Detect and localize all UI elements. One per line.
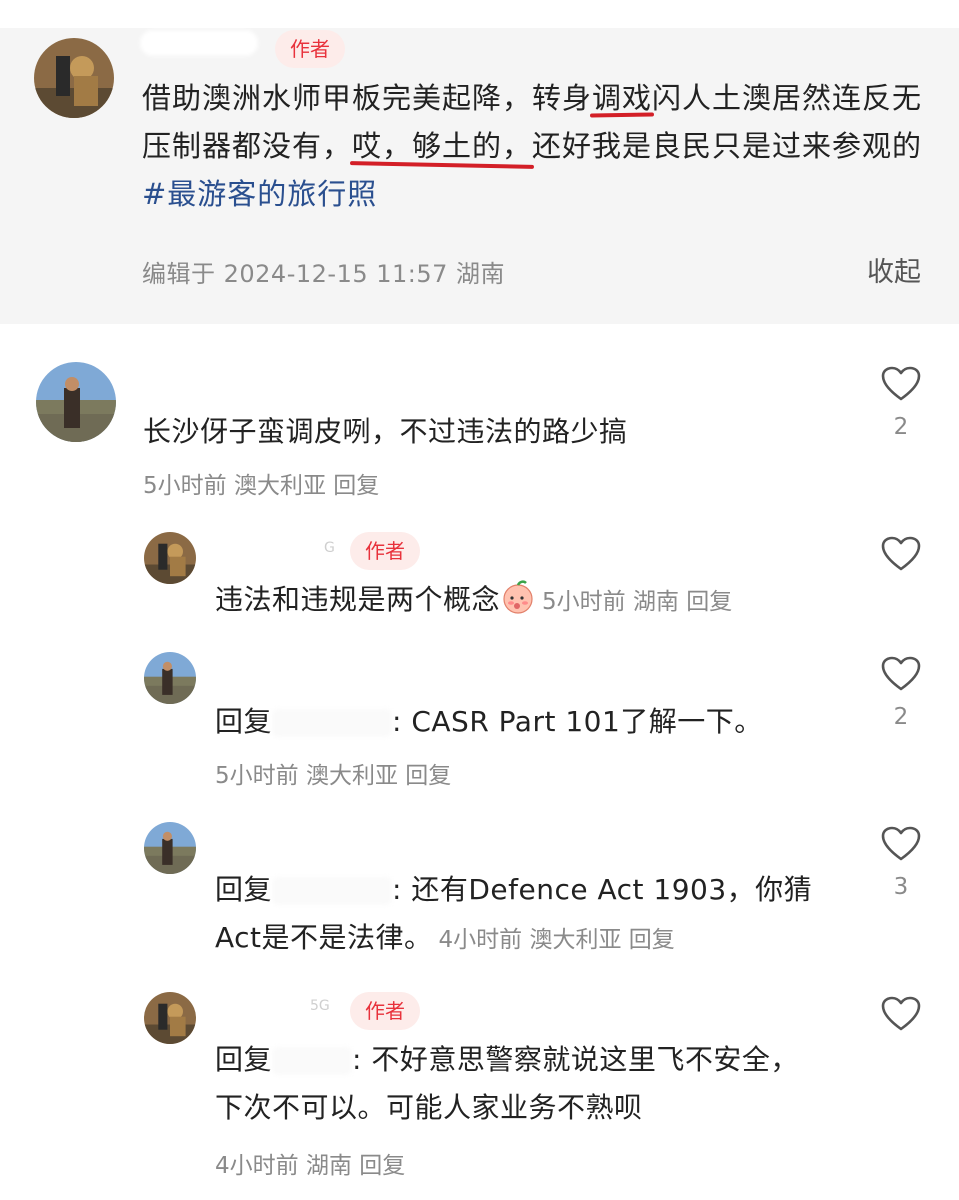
like-button[interactable] [881, 996, 921, 1032]
reply-text: 违法和违规是两个概念 5小时前 湖南 回复 [215, 576, 732, 626]
author-avatar[interactable] [144, 532, 196, 584]
mentioned-name-redacted[interactable] [272, 1047, 353, 1075]
like-button[interactable]: 3 [881, 826, 921, 900]
heart-outline-icon[interactable] [881, 996, 921, 1032]
post-meta: 编辑于 2024-12-15 11:57 湖南 [142, 260, 506, 288]
like-count: 3 [893, 874, 909, 900]
like-button[interactable]: 2 [881, 366, 921, 440]
reply-text: 回复: 不好意思警察就说这里飞不安全，下次不可以。可能人家业务不熟呗 [215, 1043, 799, 1124]
reply-text: 回复: 还有Defence Act 1903，你猜Act是不是法律。 4小时前 澳… [215, 873, 813, 954]
commenter-avatar[interactable] [36, 362, 116, 442]
reply-text: 回复: CASR Part 101了解一下。 [215, 705, 763, 738]
commenter-avatar[interactable] [144, 652, 196, 704]
author-name-redacted[interactable] [140, 30, 258, 56]
reply-meta[interactable]: 4小时前 澳大利亚 回复 [439, 927, 675, 953]
author-avatar[interactable] [144, 992, 196, 1044]
heart-outline-icon[interactable] [881, 826, 921, 862]
post-text: 借助澳洲水师甲板完美起降，转身调戏闪人土澳居然连反无压制器都没有，哎，够土的，还… [142, 81, 923, 211]
hashtag-link[interactable]: #最游客的旅行照 [142, 177, 377, 211]
author-badge: 作者 [275, 30, 345, 68]
blushing-peach-emoji [500, 579, 536, 615]
author-badge: 作者 [350, 532, 420, 570]
like-count: 2 [893, 414, 909, 440]
comment-text: 长沙伢子蛮调皮咧，不过违法的路少搞 [143, 415, 628, 448]
mentioned-name-redacted[interactable] [272, 709, 393, 737]
reply-name-trail[interactable]: 5G [310, 998, 330, 1014]
like-button[interactable]: 2 [881, 656, 921, 730]
heart-outline-icon[interactable] [881, 536, 921, 572]
post-block: 作者 借助澳洲水师甲板完美起降，转身调戏闪人土澳居然连反无压制器都没有，哎，够土… [0, 28, 959, 324]
reply-meta[interactable]: 5小时前 湖南 回复 [542, 589, 732, 615]
author-avatar[interactable] [34, 38, 114, 118]
underlined-phrase-2: 哎，够土的， [352, 129, 533, 163]
heart-outline-icon[interactable] [881, 656, 921, 692]
reply-name-trail[interactable]: G [324, 540, 335, 556]
mentioned-name-redacted[interactable] [272, 877, 393, 905]
like-count: 2 [893, 704, 909, 730]
underlined-phrase-1: 调戏 [592, 81, 653, 115]
heart-outline-icon[interactable] [881, 366, 921, 402]
commenter-avatar[interactable] [144, 822, 196, 874]
author-badge: 作者 [350, 992, 420, 1030]
collapse-button[interactable]: 收起 [867, 250, 921, 289]
comment-meta[interactable]: 5小时前 澳大利亚 回复 [143, 466, 379, 500]
reply-meta[interactable]: 4小时前 湖南 回复 [215, 1146, 405, 1180]
reply-meta[interactable]: 5小时前 澳大利亚 回复 [215, 756, 451, 790]
like-button[interactable] [881, 536, 921, 572]
